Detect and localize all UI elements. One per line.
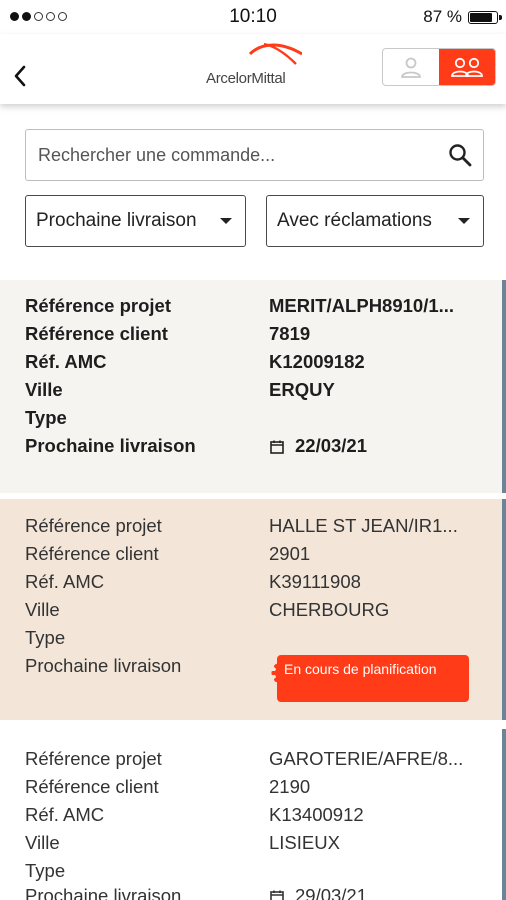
order-3-city-row: Ville LISIEUX <box>25 832 340 853</box>
calendar-icon <box>270 890 284 900</box>
single-user-view-button[interactable] <box>383 49 439 85</box>
logo-swoosh-icon <box>248 42 303 65</box>
order-1-delivery-row: Prochaine livraison 22/03/21 <box>25 435 368 456</box>
card-accent-stripe <box>502 729 506 900</box>
status-bar: 10:10 87 % <box>0 0 506 34</box>
order-2-city: CHERBOURG <box>269 599 390 620</box>
card-accent-stripe <box>502 499 506 720</box>
claims-filter-dropdown[interactable]: Avec réclamations <box>266 195 484 247</box>
user-icon <box>401 57 421 78</box>
battery-status: 87 % <box>423 7 502 27</box>
arcelormittal-logo: ArcelorMittal <box>202 40 303 94</box>
order-1-project-ref-row: Référence projet MERIT/ALPH8910/1... <box>25 295 455 316</box>
order-1-delivery-date: 22/03/21 <box>295 435 368 456</box>
order-3-client-ref: 2190 <box>269 776 311 797</box>
view-toggle <box>382 48 496 86</box>
order-3-project-ref: GAROTERIE/AFRE/8... <box>269 748 464 769</box>
app-header: ArcelorMittal <box>0 34 506 104</box>
order-1-amc-ref: K12009182 <box>269 351 365 372</box>
order-2-city-row: Ville CHERBOURG <box>25 599 390 620</box>
order-2-client-ref: 2901 <box>269 543 311 564</box>
planning-status-badge: En cours de planification <box>277 655 469 702</box>
order-1-client-ref: 7819 <box>269 323 311 344</box>
order-3-type-row: Type <box>25 860 66 881</box>
order-3-amc-ref-row: Réf. AMC K13400912 <box>25 804 364 825</box>
order-2-client-ref-row: Référence client 2901 <box>25 543 311 564</box>
chevron-left-icon <box>14 65 26 87</box>
order-3-amc-ref: K13400912 <box>269 804 364 825</box>
battery-icon <box>468 10 502 24</box>
back-button[interactable] <box>12 64 28 93</box>
order-2-project-ref-row: Référence projet HALLE ST JEAN/IR1... <box>25 515 458 536</box>
order-1-type-row: Type <box>25 407 67 428</box>
card-accent-stripe <box>502 280 506 493</box>
order-2-project-ref: HALLE ST JEAN/IR1... <box>269 515 458 536</box>
search-input[interactable] <box>36 130 440 181</box>
brand-name: ArcelorMittal <box>206 70 286 87</box>
calendar-icon <box>270 440 284 454</box>
delivery-filter-label: Prochaine livraison <box>36 210 197 231</box>
claims-filter-label: Avec réclamations <box>277 210 432 231</box>
order-3-project-ref-row: Référence projet GAROTERIE/AFRE/8... <box>25 748 464 769</box>
order-1-project-ref: MERIT/ALPH8910/1... <box>269 295 455 316</box>
group-view-button[interactable] <box>439 49 495 85</box>
order-2-type-row: Type <box>25 627 66 648</box>
order-2-amc-ref-row: Réf. AMC K39111908 <box>25 571 361 592</box>
search-icon[interactable] <box>447 142 473 173</box>
order-1-city: ERQUY <box>269 379 335 400</box>
order-2-amc-ref: K39111908 <box>269 571 361 592</box>
chevron-down-icon <box>458 218 470 224</box>
chevron-down-icon <box>220 218 232 224</box>
battery-percent: 87 % <box>423 7 462 26</box>
users-group-icon <box>451 57 483 77</box>
order-3-delivery-row: Prochaine livraison 29/03/21 <box>25 885 495 900</box>
order-1-amc-ref-row: Réf. AMC K12009182 <box>25 351 365 372</box>
order-1-city-row: Ville ERQUY <box>25 379 335 400</box>
search-box <box>25 129 484 181</box>
order-1-client-ref-row: Référence client 7819 <box>25 323 311 344</box>
order-3-city: LISIEUX <box>269 832 340 853</box>
delivery-filter-dropdown[interactable]: Prochaine livraison <box>25 195 246 247</box>
order-3-delivery-date: 29/03/21 <box>295 885 368 900</box>
order-3-client-ref-row: Référence client 2190 <box>25 776 311 797</box>
